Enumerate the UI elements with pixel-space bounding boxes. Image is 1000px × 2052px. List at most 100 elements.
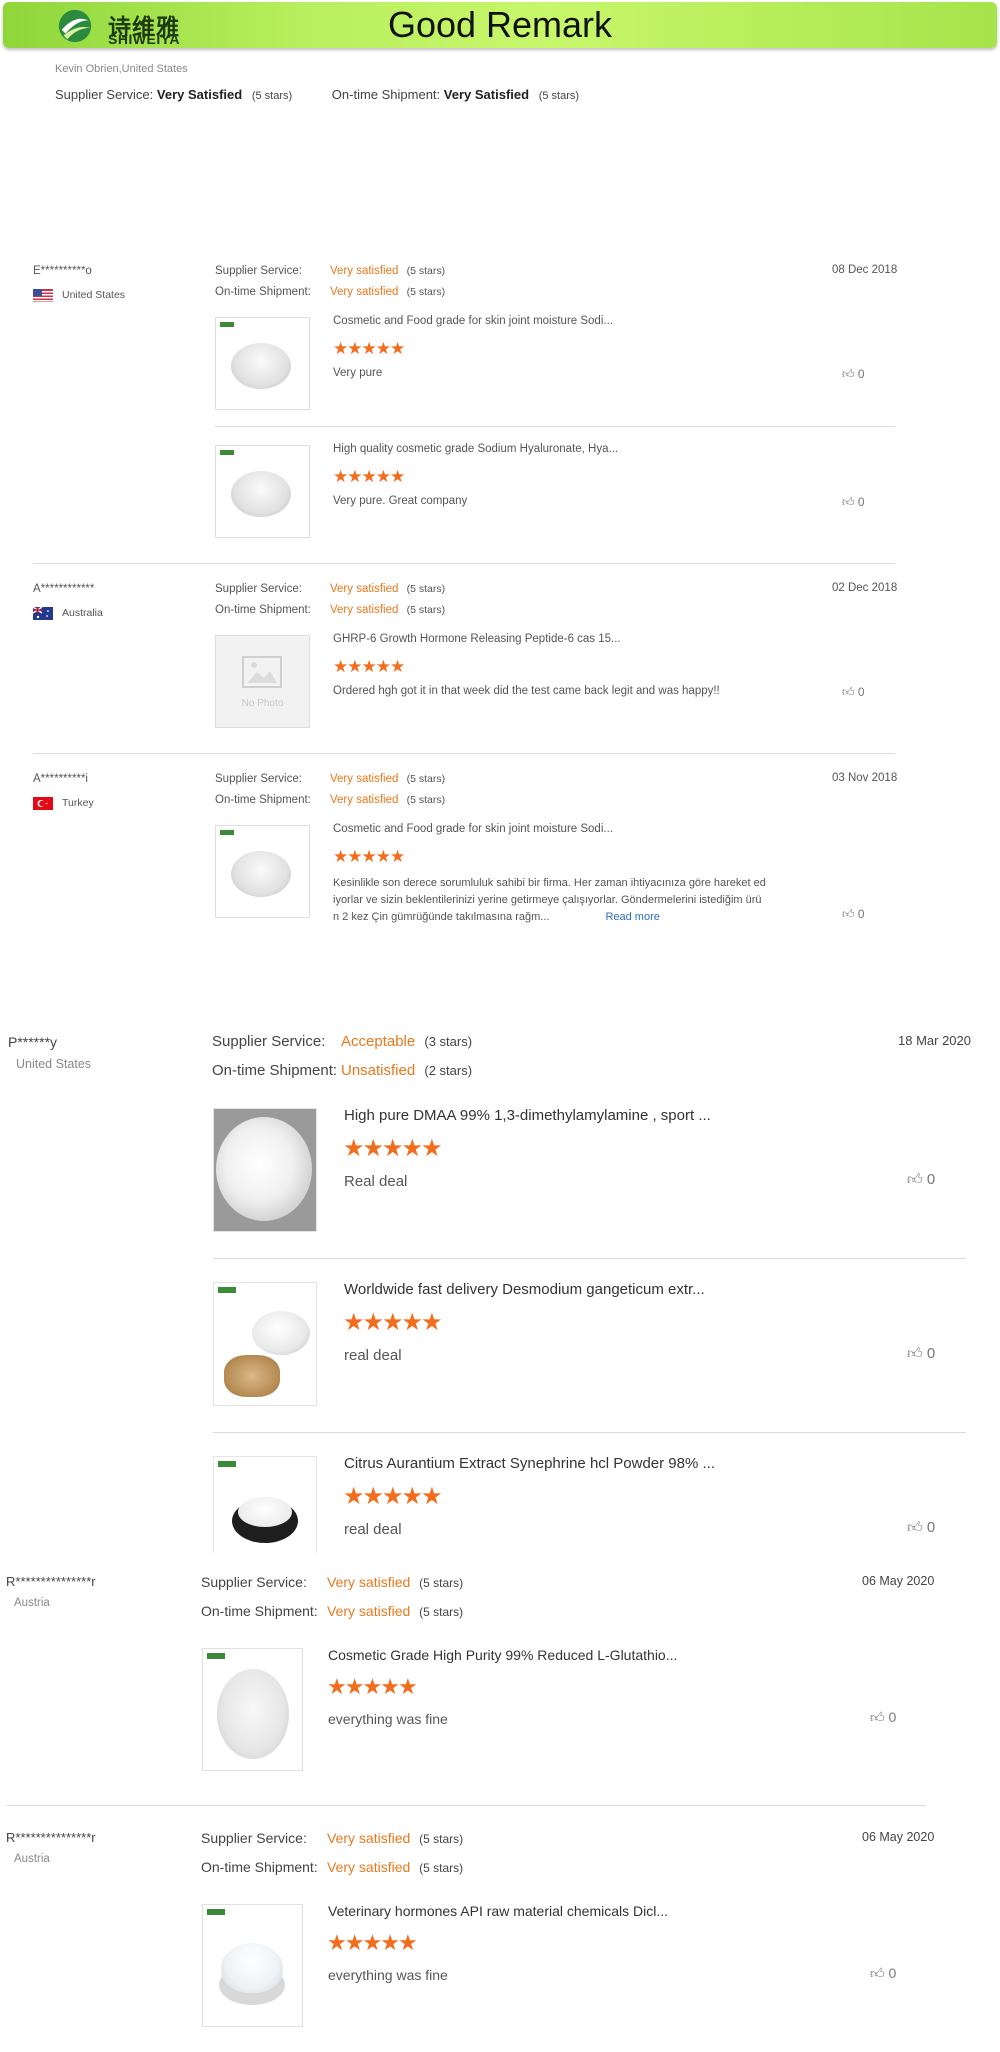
flag-tr-icon	[33, 797, 53, 810]
like-button[interactable]: 👍︎ 0	[907, 1519, 935, 1537]
read-more-link[interactable]: Read more	[605, 911, 659, 923]
like-count: 0	[888, 1965, 897, 1981]
supplier-service-value: Very satisfied	[330, 773, 399, 785]
supplier-service-label: Supplier Service:	[201, 1574, 307, 1590]
product-thumbnail[interactable]	[213, 1282, 317, 1406]
product-thumbnail[interactable]	[213, 1456, 317, 1553]
rating-stars: ★★★★★	[327, 1674, 418, 1699]
like-button[interactable]: 👍︎ 0	[870, 1965, 896, 1982]
review-comment: Very pure. Great company	[333, 495, 468, 507]
rating-stars: ★★★★★	[333, 339, 405, 358]
review-date: 03 Nov 2018	[832, 772, 898, 784]
like-count: 0	[888, 1709, 897, 1725]
product-title-link[interactable]: Cosmetic and Food grade for skin joint m…	[333, 315, 613, 327]
thumbs-up-icon: 👍︎	[907, 1171, 923, 1188]
product-thumbnail[interactable]	[213, 1108, 317, 1232]
supplier-service-label: Supplier Service:	[201, 1830, 307, 1846]
product-title-link[interactable]: Worldwide fast delivery Desmodium ganget…	[344, 1281, 705, 1298]
thumbs-up-icon: 👍︎	[907, 1345, 923, 1362]
supplier-service-value: Very Satisfied	[156, 87, 243, 102]
product-title-link[interactable]: Veterinary hormones API raw material che…	[328, 1903, 668, 1919]
logo-icon	[58, 9, 92, 43]
shipment-label: On-time Shipment:	[215, 604, 311, 616]
shipment-stars: (5 stars)	[419, 1605, 464, 1619]
thumbs-up-icon: 👍︎	[842, 367, 855, 381]
rating-stars: ★★★★★	[343, 1135, 443, 1162]
review-date: 18 Mar 2020	[898, 1033, 971, 1048]
supplier-service-value: Very satisfied	[330, 265, 399, 277]
like-count: 0	[857, 367, 865, 381]
flag-au-icon	[33, 607, 53, 620]
reviewer-country: Austria	[14, 1597, 50, 1609]
supplier-service-label: Supplier Service:	[55, 87, 154, 102]
like-button[interactable]: 👍︎ 0	[907, 1345, 935, 1363]
review-comment: everything was fine	[328, 1967, 448, 1983]
product-title-link[interactable]: High pure DMAA 99% 1,3-dimethylamylamine…	[344, 1107, 711, 1124]
supplier-service-value: Very satisfied	[327, 1574, 411, 1590]
like-button[interactable]: 👍︎ 0	[870, 1709, 896, 1726]
shipment-row: On-time Shipment: Very satisfied (5 stars…	[215, 286, 445, 298]
item-divider	[213, 1258, 966, 1259]
supplier-service-row: Supplier Service: Very satisfied (5 stars…	[215, 773, 445, 785]
like-button[interactable]: 👍︎ 0	[842, 367, 865, 382]
supplier-service-stars: (5 stars)	[419, 1576, 464, 1590]
supplier-service-row: Supplier Service: Very satisfied (5 stars…	[215, 583, 445, 595]
reviewer-name: A**********i	[33, 773, 88, 785]
shipment-stars: (5 stars)	[538, 90, 580, 102]
product-thumbnail[interactable]	[215, 445, 310, 538]
review-date: 02 Dec 2018	[832, 582, 898, 594]
like-button[interactable]: 👍︎ 0	[842, 495, 865, 510]
supplier-service-stars: (5 stars)	[406, 583, 446, 595]
review-comment: Kesinlikle son derece sorumluluk sahibi …	[333, 875, 766, 926]
like-count: 0	[857, 495, 865, 509]
rating-stars: ★★★★★	[333, 847, 405, 866]
product-thumbnail[interactable]	[202, 1648, 303, 1771]
shipment-row: On-time Shipment: Very satisfied (5 stars…	[215, 794, 445, 806]
page-title: Good Remark	[387, 4, 613, 45]
product-title-link[interactable]: High quality cosmetic grade Sodium Hyalu…	[333, 443, 618, 455]
supplier-service-row: Supplier Service: Very satisfied (5 stars…	[215, 265, 445, 277]
thumbs-up-icon: 👍︎	[870, 1965, 885, 1981]
shipment-stars: (5 stars)	[406, 604, 446, 616]
review-comment-line: iyorlar ve sizin beklentilerinizi yerine…	[333, 894, 762, 906]
review-date: 06 May 2020	[862, 1830, 935, 1844]
no-photo-label: No Photo	[241, 698, 284, 709]
thumbs-up-icon: 👍︎	[907, 1519, 923, 1536]
item-divider	[215, 426, 895, 427]
product-thumbnail[interactable]: No Photo	[215, 635, 310, 728]
thumbs-up-icon: 👍︎	[842, 495, 855, 509]
reviewer-name: A************	[33, 583, 95, 595]
shipment-row: On-time Shipment: Very satisfied (5 stars…	[201, 1603, 463, 1619]
shipment-stars: (2 stars)	[424, 1063, 473, 1078]
product-thumbnail[interactable]	[215, 825, 310, 918]
like-button[interactable]: 👍︎ 0	[842, 685, 865, 700]
product-title-link[interactable]: Cosmetic and Food grade for skin joint m…	[333, 823, 613, 835]
product-title-link[interactable]: Cosmetic Grade High Purity 99% Reduced L…	[328, 1647, 677, 1663]
shipment-value: Very satisfied	[330, 286, 399, 298]
shipment-value: Very satisfied	[327, 1603, 411, 1619]
supplier-service-stars: (5 stars)	[406, 265, 446, 277]
like-button[interactable]: 👍︎ 0	[842, 907, 865, 922]
shipment-stars: (5 stars)	[406, 794, 446, 806]
supplier-service-label: Supplier Service:	[215, 265, 302, 277]
review-comment: everything was fine	[328, 1711, 448, 1727]
product-thumbnail[interactable]	[202, 1904, 303, 2027]
item-divider	[213, 1432, 966, 1433]
like-button[interactable]: 👍︎ 0	[907, 1171, 935, 1189]
supplier-service-stars: (5 stars)	[419, 1832, 464, 1846]
review-comment: Real deal	[344, 1173, 408, 1190]
thumbs-up-icon: 👍︎	[842, 685, 855, 699]
reviewer-country: Turkey	[62, 797, 94, 809]
product-title-link[interactable]: Citrus Aurantium Extract Synephrine hcl …	[344, 1455, 715, 1472]
review-comment-line: n 2 kez Çin gümrüğünde takılmasına rağm.…	[333, 911, 550, 923]
like-count: 0	[926, 1171, 936, 1188]
supplier-service-label: Supplier Service:	[215, 583, 302, 595]
logo-english-text: SHIWEIYA	[108, 31, 180, 47]
product-title-link[interactable]: GHRP-6 Growth Hormone Releasing Peptide-…	[333, 633, 621, 645]
product-thumbnail[interactable]	[215, 317, 310, 410]
reviewer-country: United States	[16, 1057, 92, 1071]
rating-stars: ★★★★★	[333, 467, 405, 486]
shipment-value: Very satisfied	[330, 604, 399, 616]
shipment-row: On-time Shipment: Very satisfied (5 stars…	[215, 604, 445, 616]
reviewer-country: United States	[62, 289, 126, 301]
